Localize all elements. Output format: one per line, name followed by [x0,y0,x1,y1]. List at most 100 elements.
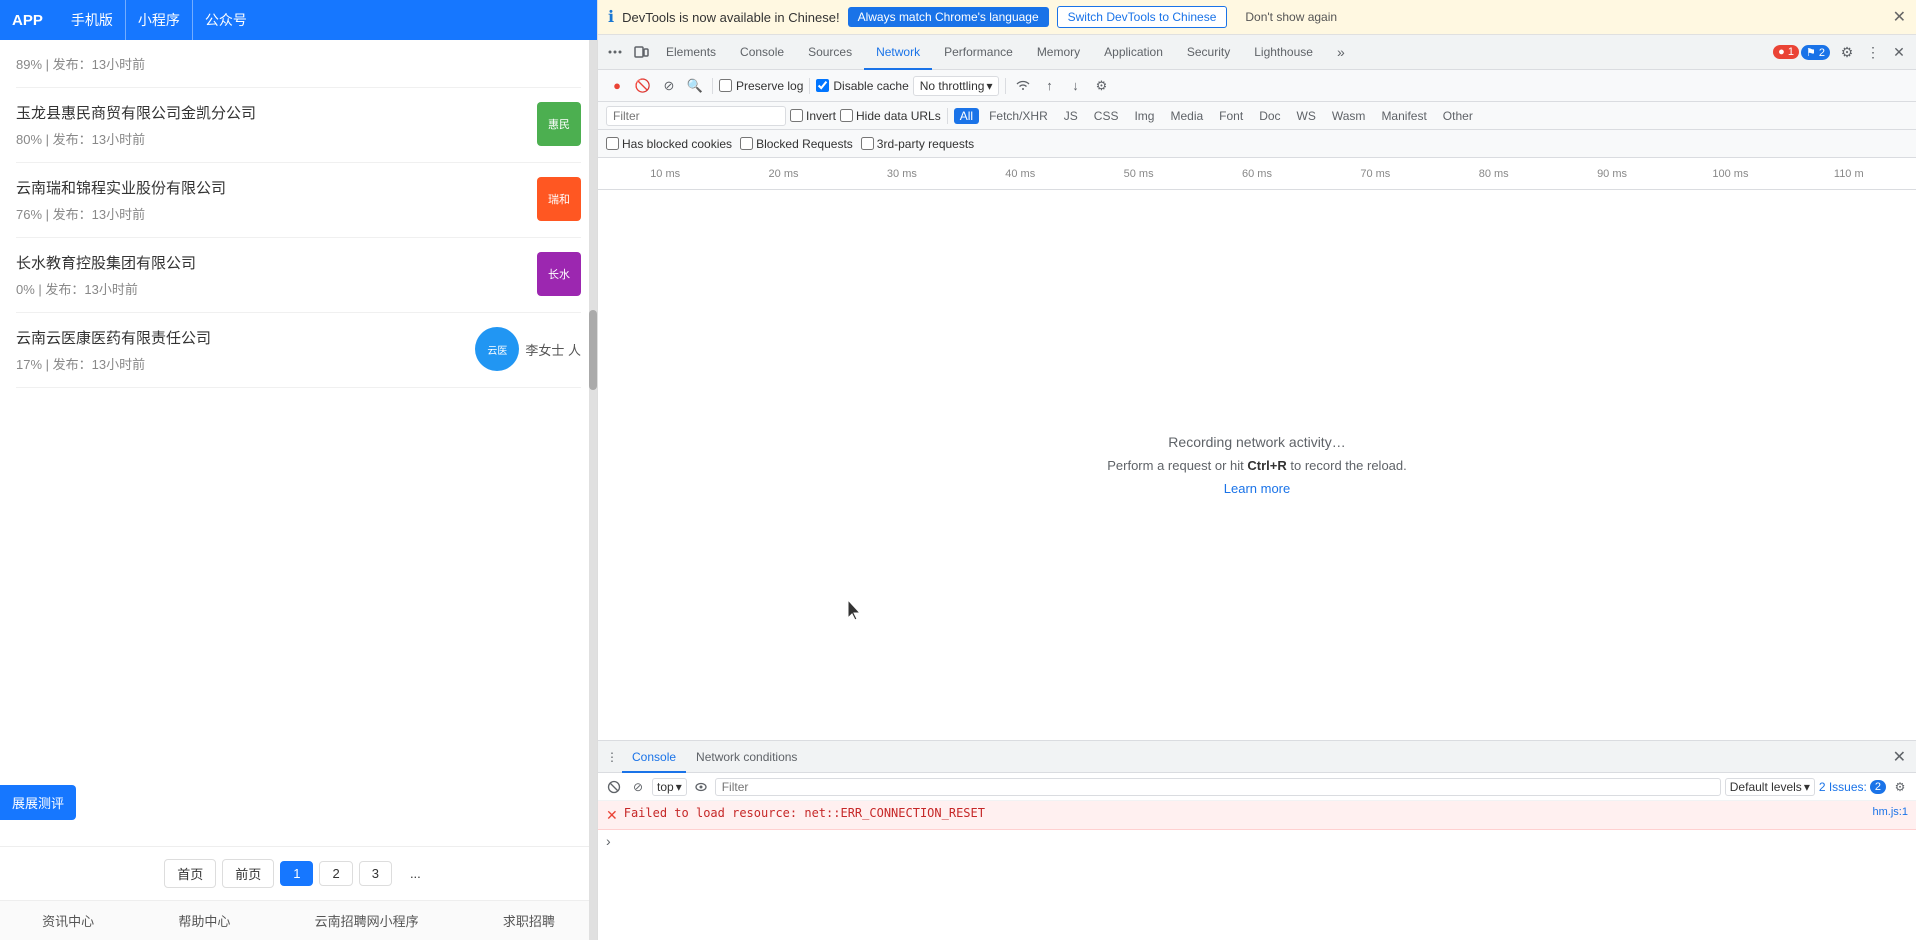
default-levels-dropdown[interactable]: Default levels ▾ [1725,778,1815,796]
tab-network[interactable]: Network [864,35,932,70]
has-blocked-cookies-checkbox[interactable] [606,137,619,150]
filter-type-js[interactable]: JS [1058,108,1084,124]
footer-link-news[interactable]: 资讯中心 [42,911,94,930]
nav-item-mobile[interactable]: 手机版 [59,0,126,40]
record-button[interactable]: ● [606,75,628,97]
console-settings-icon[interactable]: ⚙ [1890,777,1910,797]
preserve-log-label[interactable]: Preserve log [719,79,803,93]
third-party-checkbox[interactable] [861,137,874,150]
tick-100: 100 ms [1671,168,1789,180]
device-emulation-icon[interactable] [628,39,654,65]
company-meta: 0% | 发布：13小时前 [16,279,529,298]
switch-devtools-button[interactable]: Switch DevTools to Chinese [1057,6,1228,28]
nav-logo[interactable]: APP [12,12,43,29]
preserve-log-checkbox[interactable] [719,79,732,92]
filter-type-other[interactable]: Other [1437,108,1479,124]
filter-type-media[interactable]: Media [1164,108,1209,124]
filter-type-ws[interactable]: WS [1291,108,1322,124]
filter-type-wasm[interactable]: Wasm [1326,108,1372,124]
filter-type-all[interactable]: All [954,108,979,124]
tab-security[interactable]: Security [1175,35,1242,70]
list-item[interactable]: 玉龙县惠民商贸有限公司金凯分公司 80% | 发布：13小时前 惠民 [16,88,581,163]
has-blocked-cookies-label[interactable]: Has blocked cookies [606,137,732,151]
filter-type-fetch[interactable]: Fetch/XHR [983,108,1054,124]
error-source[interactable]: hm.js:1 [1873,806,1908,818]
learn-more-link[interactable]: Learn more [1224,481,1290,496]
filter-button[interactable]: ⊘ [658,75,680,97]
top-nav: APP 手机版 小程序 公众号 [0,0,597,40]
console-tab-console[interactable]: Console [622,741,686,773]
wifi-icon[interactable] [1012,75,1034,97]
close-devtools-icon[interactable]: ✕ [1886,39,1912,65]
match-language-button[interactable]: Always match Chrome's language [848,7,1049,27]
settings-network-icon[interactable]: ⚙ [1090,75,1112,97]
evaluate-button[interactable]: 展展测评 [0,785,76,820]
nav-item-miniapp[interactable]: 小程序 [126,0,193,40]
console-panel-menu-icon[interactable]: ⋮ [602,747,622,767]
filter-type-img[interactable]: Img [1128,108,1160,124]
third-party-label[interactable]: 3rd-party requests [861,137,974,151]
footer-link-jobs[interactable]: 求职招聘 [503,911,555,930]
blocked-requests-checkbox[interactable] [740,137,753,150]
console-tab-network-conditions[interactable]: Network conditions [686,741,807,773]
filter-type-doc[interactable]: Doc [1253,108,1286,124]
clear-button[interactable]: 🚫 [632,75,654,97]
filter-type-css[interactable]: CSS [1088,108,1125,124]
blocked-requests-label[interactable]: Blocked Requests [740,137,853,151]
export-icon[interactable]: ↓ [1064,75,1086,97]
customize-devtools-icon[interactable] [602,39,628,65]
footer-link-miniapp[interactable]: 云南招聘网小程序 [315,911,419,930]
tick-40: 40 ms [961,168,1079,180]
list-item[interactable]: 云南瑞和锦程实业股份有限公司 76% | 发布：13小时前 瑞和 [16,163,581,238]
tab-performance[interactable]: Performance [932,35,1025,70]
devtools-info-bar: ℹ DevTools is now available in Chinese! … [598,0,1916,35]
more-options-icon[interactable]: ⋮ [1860,39,1886,65]
console-expand-icon[interactable]: › [598,830,1916,852]
tab-console[interactable]: Console [728,35,796,70]
disable-cache-checkbox[interactable] [816,79,829,92]
page-2-button[interactable]: 2 [319,861,352,886]
console-filter-input[interactable] [715,778,1721,796]
dont-show-again-button[interactable]: Don't show again [1235,7,1347,27]
page-3-button[interactable]: 3 [359,861,392,886]
list-item[interactable]: 云南云医康医药有限责任公司 17% | 发布：13小时前 云医 李女士 人 [16,313,581,388]
page-prev-button[interactable]: 前页 [222,859,274,888]
filter-type-font[interactable]: Font [1213,108,1249,124]
scrollbar[interactable] [589,40,597,940]
tab-application[interactable]: Application [1092,35,1175,70]
list-item[interactable]: 长水教育控股集团有限公司 0% | 发布：13小时前 长水 [16,238,581,313]
page-1-button[interactable]: 1 [280,861,313,886]
tab-elements[interactable]: Elements [654,35,728,70]
nav-item-wechat[interactable]: 公众号 [193,0,259,40]
top-context-dropdown[interactable]: top ▾ [652,778,687,796]
import-icon[interactable]: ↑ [1038,75,1060,97]
disable-cache-label[interactable]: Disable cache [816,79,908,93]
hide-data-urls-checkbox[interactable] [840,109,853,122]
settings-icon[interactable]: ⚙ [1834,39,1860,65]
eye-icon[interactable] [691,777,711,797]
company-meta: 76% | 发布：13小时前 [16,204,529,223]
issues-button[interactable]: 2 Issues: 2 [1819,780,1886,794]
console-tab-bar: ⋮ Console Network conditions ✕ [598,741,1916,773]
page-first-button[interactable]: 首页 [164,859,216,888]
invert-label[interactable]: Invert [790,109,836,123]
scrollbar-thumb[interactable] [589,310,597,390]
hide-data-urls-label[interactable]: Hide data URLs [840,109,941,123]
tab-lighthouse[interactable]: Lighthouse [1242,35,1325,70]
filter-input[interactable] [606,106,786,126]
search-button[interactable]: 🔍 [684,75,706,97]
footer-link-help[interactable]: 帮助中心 [178,911,230,930]
console-close-button[interactable]: ✕ [1887,747,1912,767]
list-item[interactable]: 89% | 发布：13小时前 [16,40,581,88]
tab-memory[interactable]: Memory [1025,35,1092,70]
tab-sources[interactable]: Sources [796,35,864,70]
filter-type-manifest[interactable]: Manifest [1375,108,1432,124]
info-close-button[interactable]: ✕ [1893,7,1906,27]
throttle-dropdown[interactable]: No throttling ▾ [913,76,1000,96]
invert-checkbox[interactable] [790,109,803,122]
tab-more[interactable]: » [1325,35,1357,70]
page-dots[interactable]: ... [398,862,433,885]
clear-console-icon[interactable] [604,777,624,797]
company-name: 玉龙县惠民商贸有限公司金凯分公司 [16,102,529,123]
filter-console-icon[interactable]: ⊘ [628,777,648,797]
